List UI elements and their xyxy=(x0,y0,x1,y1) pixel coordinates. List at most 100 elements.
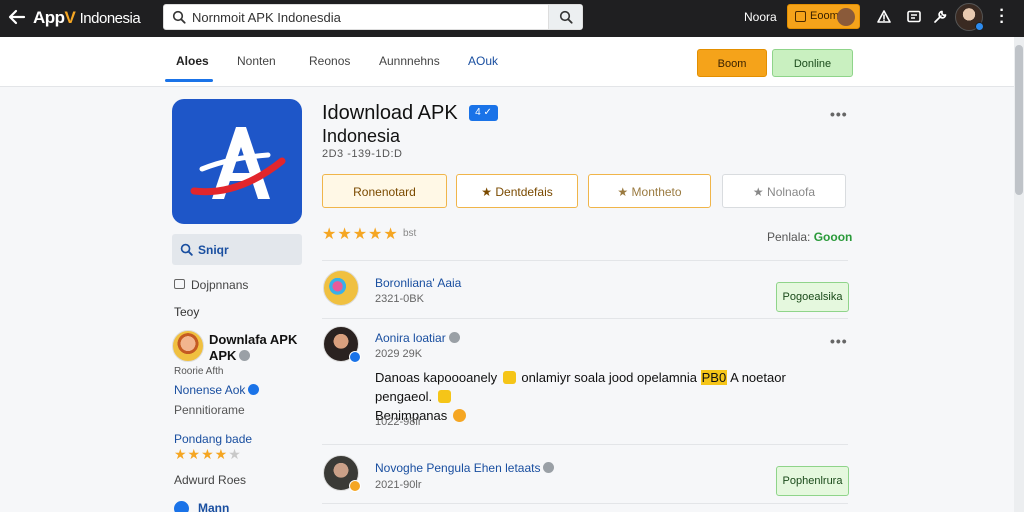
search-input[interactable]: Nornmoit APK Indonesdia xyxy=(192,10,341,25)
app-date: 2D3 -139-1D:D xyxy=(322,148,403,160)
pill-button-2[interactable]: ★ Dentdefais xyxy=(456,174,578,208)
pill-label-4: ★ Nolnaofa xyxy=(752,185,816,199)
comment-highlight: PB0 xyxy=(700,370,728,385)
badge-text: 4 xyxy=(475,107,481,118)
search-icon xyxy=(172,10,186,24)
tab-bar: Aloes Nonten Reonos Aunnnehns AOuk Boom … xyxy=(0,37,1014,87)
sidebar-link-3[interactable]: Mann xyxy=(198,501,229,512)
divider xyxy=(322,444,848,445)
logo-text: Indonesia xyxy=(79,10,141,27)
user-avatar[interactable] xyxy=(955,3,984,31)
review-name-3-text: Novoghe Pengula Ehen letaats xyxy=(375,461,541,475)
pill-label-2: ★ Dentdefais xyxy=(481,185,553,199)
review-action-label-3: Pophenlrura xyxy=(782,475,843,487)
search-button[interactable] xyxy=(548,5,582,29)
review-name-2[interactable]: Aonira loatiar xyxy=(375,331,460,345)
sidebar-item-2[interactable]: Pennitiorame xyxy=(174,403,245,417)
sidebar-link-1[interactable]: Nonense Aok xyxy=(174,383,260,397)
top-link[interactable]: Noora xyxy=(744,10,777,24)
sidebar-section-title: Teoy xyxy=(174,305,200,319)
badge-dot-icon xyxy=(349,480,361,492)
top-action-button[interactable]: Eoom xyxy=(787,4,860,29)
tab-aouk[interactable]: AOuk xyxy=(468,54,498,68)
reviews-label: Penlala: Gooon xyxy=(767,230,852,244)
reviews-label-text: Penlala: xyxy=(767,230,811,244)
comment-text-2: onlamiyr soala jood opelamnia xyxy=(521,370,698,385)
alert-icon[interactable] xyxy=(876,9,892,25)
divider xyxy=(322,503,848,504)
reviews-label-value: Gooon xyxy=(813,230,853,244)
kebab-menu-icon[interactable]: · · · xyxy=(998,3,1006,31)
search-button-icon xyxy=(559,10,573,24)
tab-nonten[interactable]: Nonten xyxy=(237,54,276,68)
sidebar-card-meta: Roorie Afth xyxy=(174,366,224,377)
review-meta-2b: 1022-98lr xyxy=(375,416,422,428)
header-green-label: Donline xyxy=(793,58,832,70)
square-icon xyxy=(174,279,185,289)
pill-button-3[interactable]: ★ Montheto xyxy=(588,174,711,208)
emoji-face-icon xyxy=(452,409,466,422)
star-icon: ★ xyxy=(617,185,629,199)
review-avatar-1[interactable] xyxy=(323,270,359,306)
divider xyxy=(322,260,848,261)
pill-label-3: ★ Montheto xyxy=(617,185,682,199)
header-orange-button[interactable]: Boom xyxy=(697,49,767,77)
pill-button-4[interactable]: ★ Nolnaofa xyxy=(722,174,846,208)
review-avatar-3[interactable] xyxy=(323,455,361,492)
tab-aunnnehns[interactable]: Aunnnehns xyxy=(379,54,440,68)
header-orange-label: Boom xyxy=(717,58,747,70)
review-meta-2: 2029 29K xyxy=(375,348,423,360)
sidebar-item-1[interactable]: Dojpnnans xyxy=(191,278,248,292)
app-logo-icon xyxy=(172,99,302,224)
logo-v: V xyxy=(64,8,76,27)
tab-aloes[interactable]: Aloes xyxy=(176,54,209,68)
scrollbar-thumb[interactable] xyxy=(1015,45,1023,195)
header-green-button[interactable]: Donline xyxy=(772,49,853,77)
review-action-label-1: Pogoealsika xyxy=(782,291,843,303)
sidebar-rating-stars: ★★★★★ xyxy=(174,446,242,462)
app-subtitle: Indonesia xyxy=(322,126,401,146)
emoji-icon xyxy=(502,371,516,384)
comment-text-1: Danoas kapoooanely xyxy=(375,370,498,385)
sidebar-link-1-text: Nonense Aok xyxy=(174,383,246,397)
review-name-3[interactable]: Novoghe Pengula Ehen letaats xyxy=(375,461,555,475)
search-bar[interactable]: Nornmoit APK Indonesdia xyxy=(163,4,583,30)
sidebar-item-3[interactable]: Adwurd Roes xyxy=(174,473,246,487)
sidebar-link-2[interactable]: Pondang bade xyxy=(174,432,252,446)
wrench-icon[interactable] xyxy=(932,9,948,25)
rating-count: bst xyxy=(403,228,417,239)
divider xyxy=(322,318,848,319)
top-action-label: Eoom xyxy=(810,10,839,22)
app-rating-stars: ★★★★★ xyxy=(322,226,399,243)
bottom-link-icon xyxy=(174,501,189,512)
sidebar-search-button[interactable]: Sniqr xyxy=(172,234,302,265)
gray-check-icon xyxy=(448,332,460,343)
review-comment-2: Danoas kapoooanely onlamiyr soala jood o… xyxy=(375,368,845,425)
review-action-button-1[interactable]: Pogoealsika xyxy=(776,282,849,312)
review-action-button-3[interactable]: Pophenlrura xyxy=(776,466,849,496)
message-icon[interactable] xyxy=(906,9,922,25)
gray-check-icon xyxy=(239,350,251,361)
review-more-options-icon[interactable]: ••• xyxy=(830,333,848,349)
sidebar-card-title[interactable]: Downlafa APK APK xyxy=(209,332,297,364)
review-name-1[interactable]: Boronliana' Aaia xyxy=(375,276,461,290)
sidebar-card-avatar[interactable] xyxy=(172,330,204,362)
mini-avatar xyxy=(837,8,855,26)
page-scrollbar[interactable] xyxy=(1014,37,1024,512)
star-icon: ★ xyxy=(752,185,764,199)
review-meta-1: 2321-0BK xyxy=(375,293,424,305)
tab-reonos[interactable]: Reonos xyxy=(309,54,350,68)
pill-label-1: Ronenotard xyxy=(353,185,416,199)
app-title: Idownload APK xyxy=(322,102,458,124)
pill-button-1[interactable]: Ronenotard xyxy=(322,174,447,208)
logo-mark: App xyxy=(33,8,65,27)
back-arrow-icon[interactable] xyxy=(8,8,28,28)
review-meta-3: 2021-90lr xyxy=(375,479,422,491)
verified-badge: 4 ✓ xyxy=(469,105,498,121)
more-options-icon[interactable]: ••• xyxy=(830,106,848,122)
site-logo[interactable]: AppV Indonesia xyxy=(33,8,141,28)
box-icon xyxy=(795,11,806,22)
review-avatar-2[interactable] xyxy=(323,326,361,363)
emoji-icon xyxy=(437,390,451,403)
verified-dot-icon xyxy=(975,22,984,31)
